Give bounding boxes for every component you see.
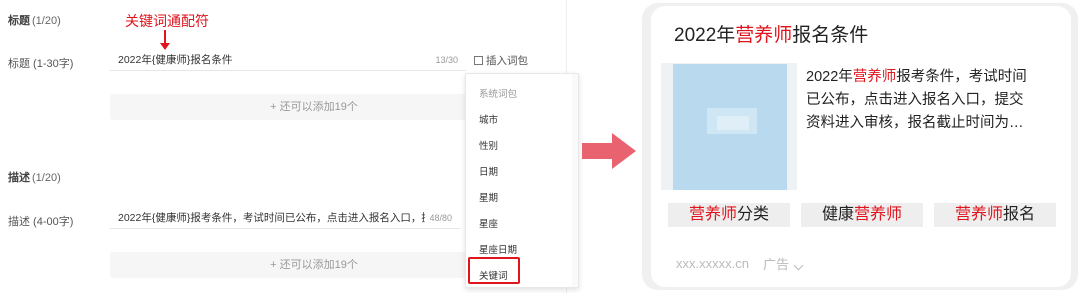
desc-input-value: 2022年{健康师}报考条件，考试时间已公布，点击进入报名入口，提交 xyxy=(118,212,443,224)
ad-url[interactable]: xxx.xxxxx.cn xyxy=(676,256,749,271)
desc-char-count: 48/80 xyxy=(425,207,452,228)
title-row-label: 标题 (1-30字) xyxy=(8,58,74,70)
dropdown-scrollbar[interactable] xyxy=(572,74,578,287)
transition-arrow-icon xyxy=(612,133,636,169)
ad-title-suffix: 报名条件 xyxy=(792,25,869,46)
title-section-count: (1/20) xyxy=(32,15,61,27)
desc-section-label: 描述 xyxy=(8,172,30,184)
menu-item-zodiac-date[interactable]: 星座日期 xyxy=(479,242,517,256)
keyword-pack-dropdown[interactable]: 系统词包 城市 性别 日期 星期 星座 星座日期 关键词 xyxy=(465,73,579,288)
menu-item-zodiac[interactable]: 星座 xyxy=(479,216,498,230)
ad-title-keyword: 营养师 xyxy=(735,25,793,46)
ad-label[interactable]: 广告 xyxy=(762,254,804,273)
ad-desc-line-1: 2022年营养师报考条件，考试时间 xyxy=(806,66,1050,89)
ad-desc-keyword: 营养师 xyxy=(852,69,897,85)
ad-tag-category[interactable]: 营养师分类 xyxy=(668,203,790,227)
ad-title-prefix: 2022年 xyxy=(674,25,736,46)
desc-input[interactable]: 2022年{健康师}报考条件，考试时间已公布，点击进入报名入口，提交 48/80 xyxy=(110,207,460,229)
tag-keyword: 营养师 xyxy=(854,206,903,223)
ad-desc-line-2: 已公布，点击进入报名入口，提交 xyxy=(806,92,1024,108)
screenshot-root: 标题 (1/20) 关键词通配符 标题 (1-30字) 2022年{健康师}报名条… xyxy=(0,0,1080,293)
tag-prefix: 健康 xyxy=(821,206,854,223)
title-char-count: 13/30 xyxy=(431,49,458,70)
ad-description: 2022年营养师报考条件，考试时间 已公布，点击进入报名入口，提交 资料进入审核… xyxy=(806,66,1050,135)
title-input-value: 2022年{健康师}报名条件 xyxy=(118,54,233,66)
title-section-heading: 标题 (1/20) xyxy=(8,12,61,28)
tag-keyword: 营养师 xyxy=(688,206,737,223)
ad-title[interactable]: 2022年营养师报名条件 xyxy=(674,20,868,47)
menu-item-weekday[interactable]: 星期 xyxy=(479,190,498,204)
desc-section-count: (1/20) xyxy=(32,172,61,184)
title-input[interactable]: 2022年{健康师}报名条件 13/30 xyxy=(110,49,466,71)
menu-item-date[interactable]: 日期 xyxy=(479,164,498,178)
ad-desc-line-3: 资料进入审核，报名截止时间为… xyxy=(806,115,1024,131)
tag-suffix: 报名 xyxy=(1003,206,1036,223)
add-title-button[interactable]: + 还可以添加19个 xyxy=(110,94,518,120)
ad-tag-register[interactable]: 营养师报名 xyxy=(934,203,1056,227)
chevron-down-icon xyxy=(793,260,804,271)
ad-desc-prefix: 2022年 xyxy=(806,69,853,85)
ad-thumbnail-blur-center xyxy=(717,116,749,130)
wildcard-annotation: 关键词通配符 xyxy=(125,13,209,29)
keyword-highlight-box xyxy=(468,257,520,284)
dropdown-header: 系统词包 xyxy=(479,89,518,100)
title-section-label: 标题 xyxy=(8,15,30,27)
desc-section-heading: 描述 (1/20) xyxy=(8,169,61,185)
ad-desc-suffix: 报考条件，考试时间 xyxy=(896,69,1027,85)
ad-footer: xxx.xxxxx.cn 广告 xyxy=(676,254,804,273)
tag-suffix: 分类 xyxy=(737,206,770,223)
add-desc-button[interactable]: + 还可以添加19个 xyxy=(110,252,518,278)
ad-tag-health[interactable]: 健康营养师 xyxy=(801,203,923,227)
menu-item-gender[interactable]: 性别 xyxy=(479,138,498,152)
insert-keyword-pack-button[interactable]: 插入词包 xyxy=(474,53,528,68)
tag-keyword: 营养师 xyxy=(954,206,1003,223)
menu-item-city[interactable]: 城市 xyxy=(479,112,498,126)
insert-icon xyxy=(474,56,483,65)
insert-label: 插入词包 xyxy=(486,55,528,67)
desc-row-label: 描述 (4-00字) xyxy=(8,216,74,228)
transition-arrow-body xyxy=(582,143,614,159)
ad-label-text: 广告 xyxy=(762,257,789,272)
